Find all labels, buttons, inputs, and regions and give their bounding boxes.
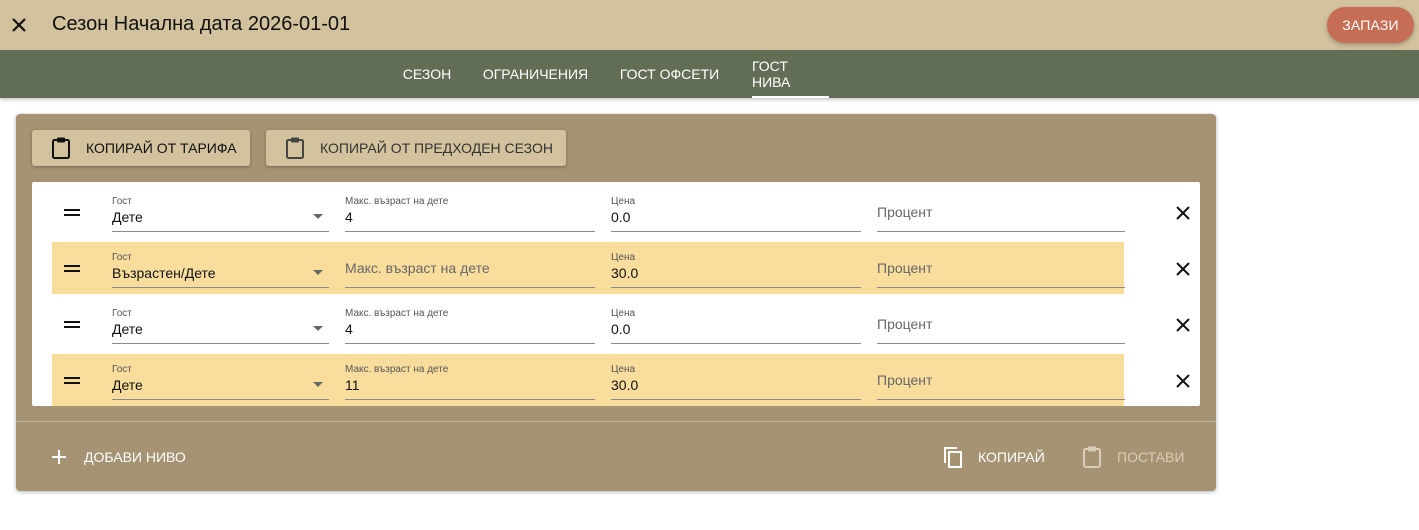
max-child-age-value: 11 (345, 377, 360, 393)
row-background: Гост Дете Макс. възраст на дете 4 Цена 0… (52, 298, 1125, 350)
dropdown-arrow-icon (313, 382, 323, 387)
max-child-age-input[interactable]: Макс. възраст на дете 4 (345, 194, 595, 232)
list-item: Гост Дете Макс. възраст на дете 4 Цена 0… (52, 186, 1190, 238)
tab-season[interactable]: СЕЗОН (395, 50, 459, 98)
price-label: Цена (611, 252, 636, 263)
max-child-age-label: Макс. възраст на дете (345, 308, 449, 319)
drag-handle-icon[interactable] (64, 377, 80, 385)
add-level-button[interactable]: ДОБАВИ НИВО (50, 442, 186, 472)
price-label: Цена (611, 196, 636, 207)
guest-value: Дете (112, 377, 143, 393)
price-input[interactable]: Цена 0.0 (611, 306, 861, 344)
guest-select[interactable]: Гост Възрастен/Дете (112, 250, 329, 288)
price-label: Цена (611, 364, 636, 375)
price-value: 0.0 (611, 321, 631, 337)
close-icon[interactable] (6, 10, 32, 40)
guest-label: Гост (112, 196, 132, 207)
guest-levels-panel: КОПИРАЙ ОТ ТАРИФА КОПИРАЙ ОТ ПРЕДХОДЕН С… (16, 114, 1216, 491)
max-child-age-input[interactable]: Макс. възраст на дете (345, 250, 595, 288)
top-app-bar: Сезон Начална дата 2026-01-01 ЗАПАЗИ (0, 0, 1419, 50)
max-child-age-label: Макс. възраст на дете (345, 364, 449, 375)
max-child-age-value: 4 (345, 321, 353, 337)
copy-icon (942, 445, 964, 469)
add-level-label: ДОБАВИ НИВО (84, 449, 186, 465)
percent-placeholder: Процент (877, 316, 933, 332)
list-item: Гост Дете Макс. възраст на дете 11 Цена … (52, 354, 1190, 406)
percent-placeholder: Процент (877, 372, 933, 388)
copy-button[interactable]: КОПИРАЙ (942, 442, 1045, 472)
delete-row-icon[interactable] (1172, 370, 1194, 392)
copy-label: КОПИРАЙ (978, 449, 1045, 465)
tab-guest-levels[interactable]: ГОСТ НИВА (752, 50, 829, 98)
drag-handle-icon[interactable] (64, 321, 80, 329)
page-title: Сезон Начална дата 2026-01-01 (52, 13, 351, 35)
percent-input[interactable]: Процент (877, 362, 1125, 400)
clipboard-icon (284, 136, 306, 160)
max-child-age-placeholder: Макс. възраст на дете (345, 260, 490, 276)
save-button[interactable]: ЗАПАЗИ (1327, 7, 1414, 43)
guest-label: Гост (112, 364, 132, 375)
price-value: 30.0 (611, 265, 639, 281)
price-value: 30.0 (611, 377, 639, 393)
dropdown-arrow-icon (313, 326, 323, 331)
delete-row-icon[interactable] (1172, 314, 1194, 336)
clipboard-icon (1081, 445, 1103, 469)
price-input[interactable]: Цена 0.0 (611, 194, 861, 232)
drag-handle-icon[interactable] (64, 209, 80, 217)
copy-from-rate-button[interactable]: КОПИРАЙ ОТ ТАРИФА (32, 130, 250, 166)
max-child-age-value: 4 (345, 209, 353, 225)
guest-select[interactable]: Гост Дете (112, 306, 329, 344)
price-label: Цена (611, 308, 636, 319)
dropdown-arrow-icon (313, 270, 323, 275)
dropdown-arrow-icon (313, 214, 323, 219)
clipboard-icon (50, 136, 72, 160)
paste-label: ПОСТАВИ (1117, 449, 1185, 465)
copy-from-previous-season-button[interactable]: КОПИРАЙ ОТ ПРЕДХОДЕН СЕЗОН (266, 130, 566, 166)
price-value: 0.0 (611, 209, 631, 225)
drag-handle-icon[interactable] (64, 265, 80, 273)
guest-select[interactable]: Гост Дете (112, 194, 329, 232)
price-input[interactable]: Цена 30.0 (611, 362, 861, 400)
delete-row-icon[interactable] (1172, 258, 1194, 280)
guest-label: Гост (112, 252, 132, 263)
percent-input[interactable]: Процент (877, 250, 1125, 288)
percent-placeholder: Процент (877, 204, 933, 220)
percent-input[interactable]: Процент (877, 194, 1125, 232)
tab-bar: СЕЗОН ОГРАНИЧЕНИЯ ГОСТ ОФСЕТИ ГОСТ НИВА (0, 50, 1419, 98)
divider (16, 421, 1216, 422)
percent-placeholder: Процент (877, 260, 933, 276)
max-child-age-input[interactable]: Макс. възраст на дете 11 (345, 362, 595, 400)
tab-restrictions[interactable]: ОГРАНИЧЕНИЯ (475, 50, 596, 98)
max-child-age-input[interactable]: Макс. възраст на дете 4 (345, 306, 595, 344)
copy-from-rate-label: КОПИРАЙ ОТ ТАРИФА (86, 140, 237, 156)
copy-from-previous-season-label: КОПИРАЙ ОТ ПРЕДХОДЕН СЕЗОН (320, 140, 553, 156)
percent-input[interactable]: Процент (877, 306, 1125, 344)
row-background: Гост Дете Макс. възраст на дете 11 Цена … (52, 354, 1125, 406)
guest-value: Възрастен/Дете (112, 265, 216, 281)
tab-guest-offsets[interactable]: ГОСТ ОФСЕТИ (612, 50, 727, 98)
row-background: Гост Възрастен/Дете Макс. възраст на дет… (52, 242, 1125, 294)
list-item: Гост Дете Макс. възраст на дете 4 Цена 0… (52, 298, 1190, 350)
guest-select[interactable]: Гост Дете (112, 362, 329, 400)
max-child-age-label: Макс. възраст на дете (345, 196, 449, 207)
guest-label: Гост (112, 308, 132, 319)
price-input[interactable]: Цена 30.0 (611, 250, 861, 288)
guest-value: Дете (112, 321, 143, 337)
plus-icon (50, 445, 68, 469)
paste-button[interactable]: ПОСТАВИ (1081, 442, 1184, 472)
row-background: Гост Дете Макс. възраст на дете 4 Цена 0… (52, 186, 1125, 238)
guest-levels-list: Гост Дете Макс. възраст на дете 4 Цена 0… (32, 182, 1200, 406)
list-item: Гост Възрастен/Дете Макс. възраст на дет… (52, 242, 1190, 294)
delete-row-icon[interactable] (1172, 202, 1194, 224)
guest-value: Дете (112, 209, 143, 225)
